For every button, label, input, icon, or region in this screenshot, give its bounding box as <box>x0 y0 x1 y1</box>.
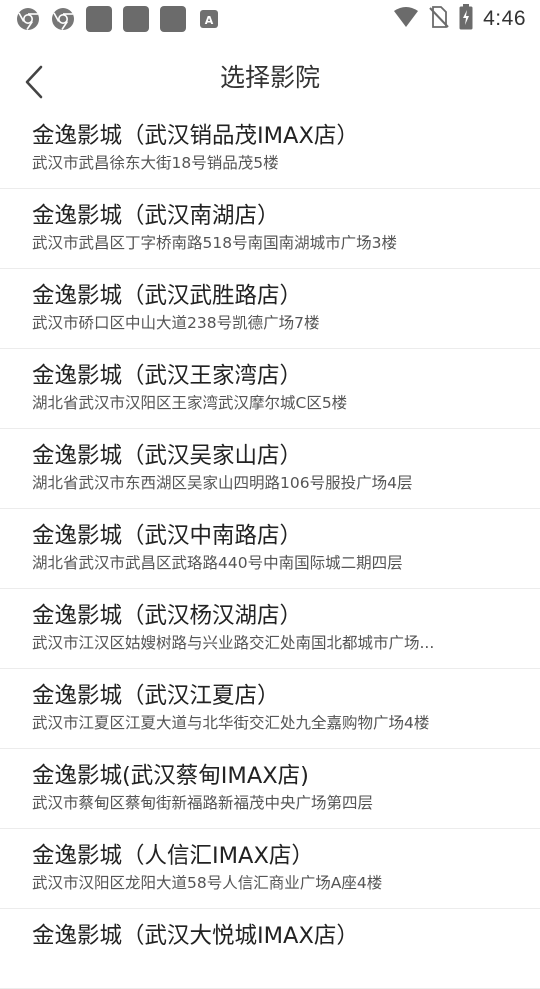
cinema-name: 金逸影城（武汉销品茂IMAX店） <box>32 123 359 149</box>
chrome-icon <box>51 7 75 31</box>
cinema-address: 武汉市汉阳区龙阳大道58号人信汇商业广场A座4楼 <box>32 874 383 892</box>
cinema-item[interactable]: 金逸影城（武汉南湖店） 武汉市武昌区丁字桥南路518号南国南湖城市广场3楼 <box>0 189 540 269</box>
system-icons: 4:46 <box>393 4 526 34</box>
no-sim-icon <box>429 5 449 33</box>
notification-icons: A <box>16 6 221 32</box>
back-button[interactable] <box>14 62 54 102</box>
page-title: 选择影院 <box>219 63 320 92</box>
cinema-item[interactable]: 金逸影城(武汉蔡甸IMAX店) 武汉市蔡甸区蔡甸街新福路新福茂中央广场第四层 <box>0 749 540 829</box>
cinema-address: 武汉市硚口区中山大道238号凯德广场7楼 <box>32 314 320 332</box>
status-bar: A 4:46 <box>0 0 540 38</box>
cinema-address: 湖北省武汉市武昌区武珞路440号中南国际城二期四层 <box>32 554 403 572</box>
cinema-address: 武汉市蔡甸区蔡甸街新福路新福茂中央广场第四层 <box>32 794 374 812</box>
cinema-item[interactable]: 金逸影城（武汉中南路店） 湖北省武汉市武昌区武珞路440号中南国际城二期四层 <box>0 509 540 589</box>
app-icon <box>86 6 112 32</box>
cinema-item[interactable]: 金逸影城（武汉杨汉湖店） 武汉市江汉区姑嫂树路与兴业路交汇处南国北都城市广场..… <box>0 589 540 669</box>
battery-charging-icon <box>459 4 473 34</box>
cinema-item[interactable]: 金逸影城（武汉王家湾店） 湖北省武汉市汉阳区王家湾武汉摩尔城C区5楼 <box>0 349 540 429</box>
cinema-address: 武汉市江夏区江夏大道与北华街交汇处九全嘉购物广场4楼 <box>32 714 430 732</box>
cinema-name: 金逸影城（武汉中南路店） <box>32 523 303 549</box>
cinema-item[interactable]: 金逸影城（武汉武胜路店） 武汉市硚口区中山大道238号凯德广场7楼 <box>0 269 540 349</box>
chevron-left-icon <box>25 65 43 99</box>
clock: 4:46 <box>483 7 526 30</box>
cinema-list: 金逸影城（武汉销品茂IMAX店） 武汉市武昌徐东大街18号销品茂5楼 金逸影城（… <box>0 109 540 989</box>
cinema-address: 湖北省武汉市汉阳区王家湾武汉摩尔城C区5楼 <box>32 394 348 412</box>
cinema-item[interactable]: 金逸影城（人信汇IMAX店） 武汉市汉阳区龙阳大道58号人信汇商业广场A座4楼 <box>0 829 540 909</box>
cinema-address: 武汉市武昌徐东大街18号销品茂5楼 <box>32 154 279 172</box>
cinema-name: 金逸影城（武汉王家湾店） <box>32 363 303 389</box>
cinema-name: 金逸影城（武汉杨汉湖店） <box>32 603 303 629</box>
cinema-name: 金逸影城（武汉武胜路店） <box>32 283 303 309</box>
cinema-address: 武汉市武昌区丁字桥南路518号南国南湖城市广场3楼 <box>32 234 397 252</box>
cinema-name: 金逸影城（人信汇IMAX店） <box>32 843 314 869</box>
cinema-name: 金逸影城（武汉吴家山店） <box>32 443 303 469</box>
cinema-name: 金逸影城(武汉蔡甸IMAX店) <box>32 763 309 789</box>
cinema-address: 武汉市江汉区姑嫂树路与兴业路交汇处南国北都城市广场... <box>32 634 435 652</box>
cinema-item[interactable]: 金逸影城（武汉大悦城IMAX店） <box>0 909 540 989</box>
font-app-icon: A <box>197 7 221 31</box>
cinema-item[interactable]: 金逸影城（武汉销品茂IMAX店） 武汉市武昌徐东大街18号销品茂5楼 <box>0 109 540 189</box>
cinema-name: 金逸影城（武汉大悦城IMAX店） <box>32 923 359 949</box>
cinema-name: 金逸影城（武汉南湖店） <box>32 203 280 229</box>
wifi-icon <box>393 6 419 32</box>
app-icon <box>160 6 186 32</box>
cinema-item[interactable]: 金逸影城（武汉江夏店） 武汉市江夏区江夏大道与北华街交汇处九全嘉购物广场4楼 <box>0 669 540 749</box>
cinema-item[interactable]: 金逸影城（武汉吴家山店） 湖北省武汉市东西湖区吴家山四明路106号服投广场4层 <box>0 429 540 509</box>
cinema-name: 金逸影城（武汉江夏店） <box>32 683 280 709</box>
app-icon <box>123 6 149 32</box>
cinema-address: 湖北省武汉市东西湖区吴家山四明路106号服投广场4层 <box>32 474 413 492</box>
chrome-icon <box>16 7 40 31</box>
